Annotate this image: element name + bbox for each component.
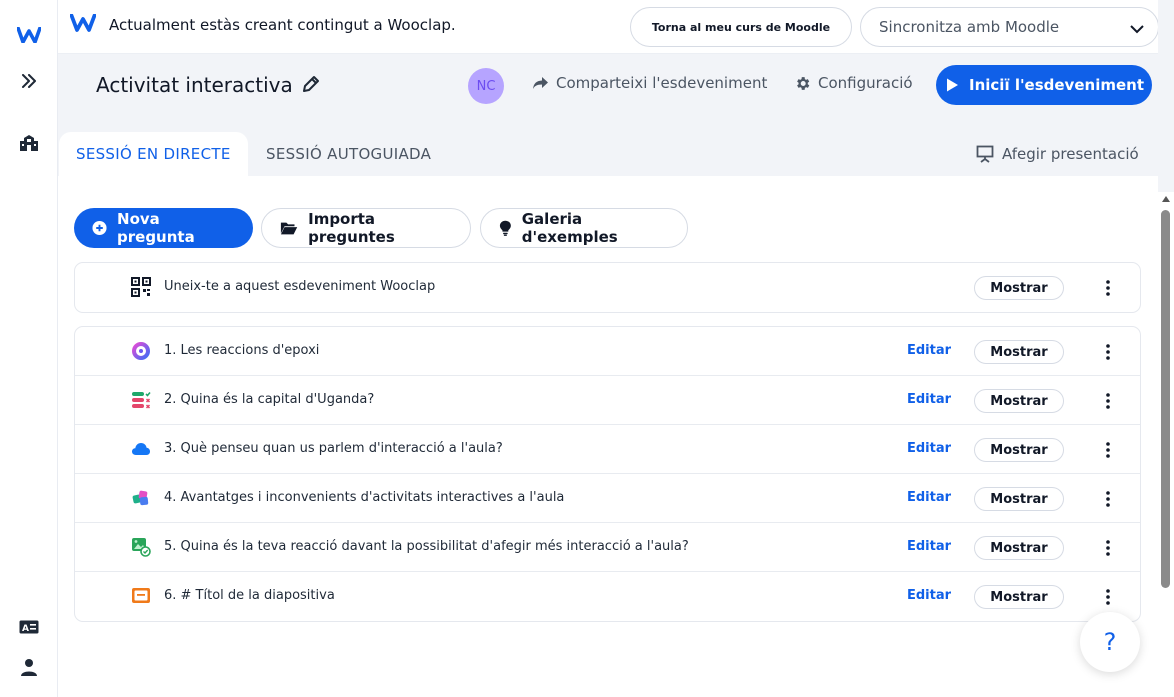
moodle-banner: Actualment estàs creant contingut a Wooc… [58,0,1174,54]
tab-live-session[interactable]: SESSIÓ EN DIRECTE [59,132,248,176]
share-event-button[interactable]: Comparteixi l'esdeveniment [532,74,767,92]
list-item[interactable]: 3. Què penseu quan us parlem d'interacci… [75,425,1140,474]
list-item[interactable]: 6. # Títol de la diapositiva Editar Most… [75,572,1140,621]
start-event-button[interactable]: Iniciï l'esdeveniment [936,65,1152,105]
event-header: Activitat interactiva NC Comparteixi l'e… [58,54,1174,116]
new-question-button[interactable]: Nova pregunta [74,208,253,248]
question-label: 1. Les reaccions d'epoxi [164,343,320,358]
list-item[interactable]: 1. Les reaccions d'epoxi Editar Mostrar [75,327,1140,376]
settings-label: Configuració [818,74,913,92]
sync-moodle-label: Sincronitza amb Moodle [879,18,1060,36]
list-item[interactable]: 5. Quina és la teva reacció davant la po… [75,523,1140,572]
image-reaction-icon [131,537,151,557]
user-profile-icon[interactable] [14,652,44,682]
play-circle-icon [947,78,959,92]
event-title: Activitat interactiva [96,73,293,97]
join-event-label: Uneix-te a aquest esdeveniment Wooclap [164,279,436,294]
more-options-icon[interactable] [1103,490,1113,508]
more-options-icon[interactable] [1103,441,1113,459]
question-label: 6. # Títol de la diapositiva [164,588,335,603]
list-item[interactable]: 2. Quina és la capital d'Uganda? Editar … [75,376,1140,425]
settings-button[interactable]: Configuració [794,74,913,92]
start-event-label: Iniciï l'esdeveniment [969,76,1144,94]
folder-open-icon [280,222,298,235]
right-edge [1158,0,1174,192]
show-button[interactable]: Mostrar [974,585,1064,609]
presentation-icon [976,145,994,163]
banner-message: Actualment estàs creant contingut a Wooc… [109,16,456,34]
add-presentation-label: Afegir presentació [1002,145,1139,163]
edit-link[interactable]: Editar [907,343,951,358]
show-button[interactable]: Mostrar [974,438,1064,462]
scroll-up-arrow-icon[interactable] [1162,196,1170,202]
edit-link[interactable]: Editar [907,490,951,505]
join-event-card: Uneix-te a aquest esdeveniment Wooclap M… [74,262,1141,313]
list-item[interactable]: 4. Avantatges i inconvenients d'activita… [75,474,1140,523]
share-event-label: Comparteixi l'esdeveniment [556,74,768,92]
wooclap-logo[interactable] [14,20,44,50]
mcq-icon [131,390,151,410]
show-button[interactable]: Mostrar [974,276,1064,300]
edit-title-pencil-icon[interactable] [302,75,320,97]
lightbulb-icon [499,220,511,236]
more-options-icon[interactable] [1103,279,1113,297]
expand-sidebar-icon[interactable] [14,66,44,96]
more-options-icon[interactable] [1103,343,1113,361]
edit-link[interactable]: Editar [907,441,951,456]
left-sidebar: A [0,0,58,697]
new-question-label: Nova pregunta [117,210,195,246]
edit-link[interactable]: Editar [907,392,951,407]
gear-icon [797,76,810,90]
import-questions-label: Importa preguntes [308,210,395,246]
more-options-icon[interactable] [1103,588,1113,606]
id-card-icon[interactable]: A [14,612,44,642]
add-presentation-button[interactable]: Afegir presentació [976,145,1139,163]
edit-link[interactable]: Editar [907,539,951,554]
edit-link[interactable]: Editar [907,588,951,603]
wordcloud-icon [131,439,151,459]
qr-code-icon [131,277,151,297]
avatar[interactable]: NC [468,68,504,104]
question-label: 5. Quina és la teva reacció davant la po… [164,539,689,554]
examples-gallery-label: Galeria d'exemples [521,210,618,246]
more-options-icon[interactable] [1103,539,1113,557]
svg-text:A: A [22,624,29,634]
plus-circle-icon [92,220,107,236]
show-button[interactable]: Mostrar [974,536,1064,560]
poll-ring-icon [131,341,151,361]
import-questions-button[interactable]: Importa preguntes [261,208,471,248]
share-arrow-icon [533,77,548,89]
tab-self-paced-session[interactable]: SESSIÓ AUTOGUIADA [249,132,448,176]
sync-moodle-select[interactable]: Sincronitza amb Moodle [860,7,1159,47]
help-button[interactable]: ? [1080,612,1140,672]
question-label: 4. Avantatges i inconvenients d'activita… [164,490,565,505]
examples-gallery-button[interactable]: Galeria d'exemples [480,208,688,248]
wooclap-logo-icon [69,13,97,36]
show-button[interactable]: Mostrar [974,340,1064,364]
slide-icon [131,586,151,606]
show-button[interactable]: Mostrar [974,389,1064,413]
scrollbar-thumb[interactable] [1161,210,1170,588]
brainstorm-icon [131,488,151,508]
school-icon[interactable] [14,128,44,158]
back-to-moodle-button[interactable]: Torna al meu curs de Moodle [630,7,852,47]
join-event-row: Uneix-te a aquest esdeveniment Wooclap M… [75,263,1140,312]
question-label: 2. Quina és la capital d'Uganda? [164,392,375,407]
questions-list: 1. Les reaccions d'epoxi Editar Mostrar … [74,326,1141,622]
main-content: Nova pregunta Importa preguntes Galeria … [58,176,1158,697]
scrollbar[interactable] [1158,192,1174,697]
session-tabs: SESSIÓ EN DIRECTE SESSIÓ AUTOGUIADA Afeg… [58,116,1158,176]
show-button[interactable]: Mostrar [974,487,1064,511]
more-options-icon[interactable] [1103,392,1113,410]
question-label: 3. Què penseu quan us parlem d'interacci… [164,441,503,456]
chevron-down-icon [1130,20,1144,38]
